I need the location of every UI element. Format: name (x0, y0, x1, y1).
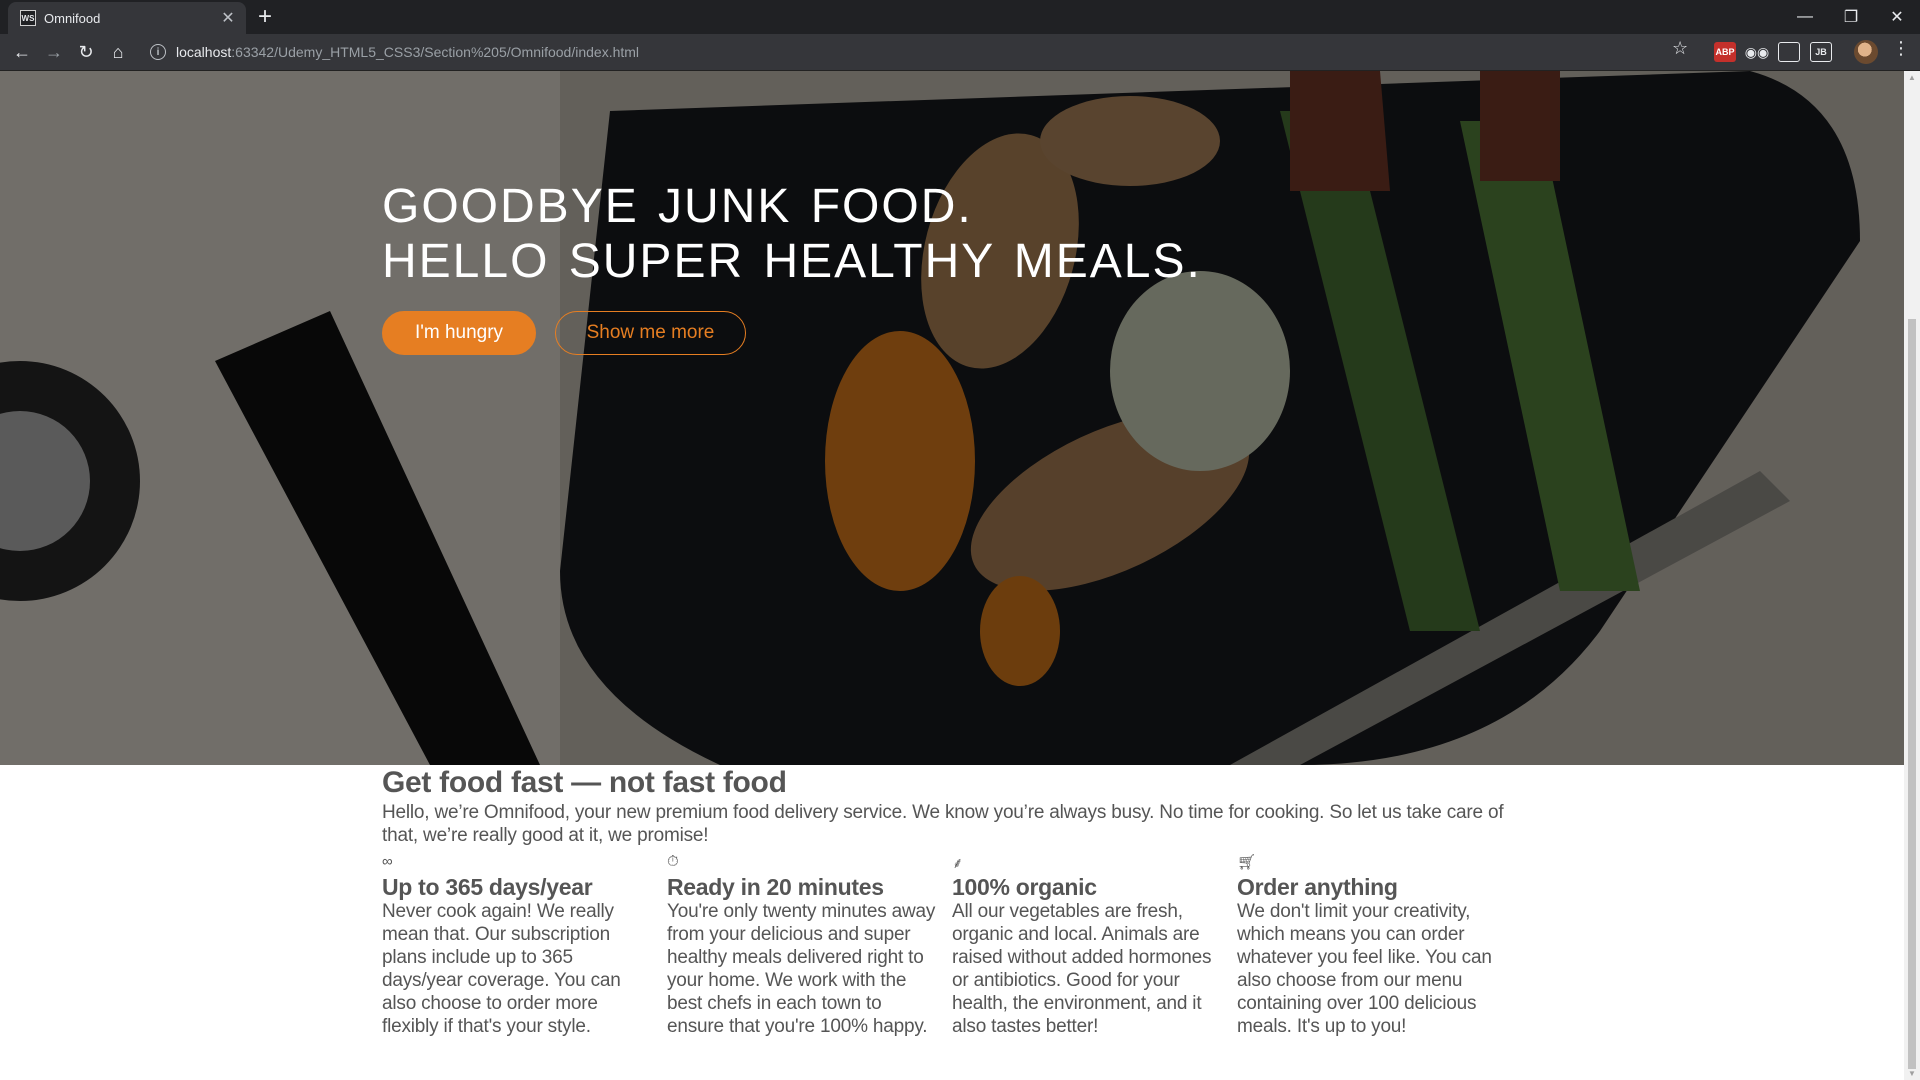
feature-title: Ready in 20 minutes (667, 874, 884, 900)
new-tab-icon[interactable]: + (258, 3, 272, 31)
feature-item: ⸙ 100% organic All our vegetables are fr… (952, 853, 1237, 1038)
infinity-icon: ∞ (382, 853, 393, 870)
im-hungry-button[interactable]: I'm hungry (382, 311, 536, 355)
home-icon[interactable]: ⌂ (104, 38, 132, 66)
jetbrains-extension-icon[interactable]: JB (1810, 42, 1832, 62)
leaf-icon: ⸙ (952, 855, 964, 872)
back-icon[interactable]: ← (8, 38, 36, 66)
hero-buttons: I'm hungry Show me more (382, 311, 1202, 355)
features-intro: Hello, we’re Omnifood, your new premium … (382, 802, 1504, 846)
show-me-more-button[interactable]: Show me more (555, 311, 746, 355)
hero-text-box: Goodbye junk food. Hello super healthy m… (382, 179, 1202, 355)
cart-icon: 🛒︎ (1237, 854, 1257, 871)
browser-menu-icon[interactable]: ⋮ (1892, 38, 1910, 59)
url-text[interactable]: localhost:63342/Udemy_HTML5_CSS3/Section… (176, 44, 639, 60)
hero-section: Goodbye junk food. Hello super healthy m… (0, 71, 1904, 765)
hero-heading: Goodbye junk food. Hello super healthy m… (382, 179, 1202, 289)
features-grid: ∞ Up to 365 days/year Never cook again! … (382, 853, 1522, 1038)
scroll-up-arrow-icon[interactable]: ▲ (1908, 73, 1916, 82)
address-bar[interactable]: i localhost:63342/Udemy_HTML5_CSS3/Secti… (140, 37, 1700, 67)
close-window-icon[interactable]: ✕ (1874, 0, 1920, 34)
bookmark-star-icon[interactable]: ☆ (1672, 38, 1688, 59)
feature-text: We don't limit your creativity, which me… (1237, 901, 1492, 1037)
scrollbar-thumb[interactable] (1908, 319, 1916, 1069)
feature-text: Never cook again! We really mean that. O… (382, 901, 621, 1037)
stopwatch-icon: ⏱ (667, 853, 679, 870)
browser-tab-bar: WS Omnifood ✕ + — ❐ ✕ (0, 0, 1920, 34)
forward-icon[interactable]: → (40, 38, 68, 66)
info-icon[interactable]: i (150, 44, 166, 60)
profile-avatar[interactable] (1854, 40, 1878, 64)
tab-close-icon[interactable]: ✕ (220, 8, 236, 28)
restore-icon[interactable]: ❐ (1828, 0, 1874, 34)
feature-title: Order anything (1237, 874, 1398, 900)
browser-tab[interactable]: WS Omnifood ✕ (8, 2, 246, 34)
feature-item: ⏱ Ready in 20 minutes You're only twenty… (667, 853, 952, 1038)
feature-title: Up to 365 days/year (382, 874, 593, 900)
page-scrollbar[interactable]: ▲ ▼ (1904, 71, 1920, 1080)
hero-heading-line-1: Goodbye junk food. (382, 180, 973, 233)
tab-title: Omnifood (44, 10, 101, 26)
feature-text: You're only twenty minutes away from you… (667, 901, 936, 1037)
hero-heading-line-2: Hello super healthy meals. (382, 235, 1202, 288)
features-title: Get food fast — not fast food (382, 766, 787, 799)
feature-item: ∞ Up to 365 days/year Never cook again! … (382, 853, 667, 1038)
feature-title: 100% organic (952, 874, 1097, 900)
webstorm-favicon-icon: WS (20, 10, 36, 26)
minimize-icon[interactable]: — (1782, 0, 1828, 34)
feature-item: 🛒︎ Order anything We don't limit your cr… (1237, 853, 1522, 1038)
incognito-extension-icon[interactable]: ◉◉ (1745, 42, 1769, 62)
hero-dark-overlay (0, 71, 1904, 765)
reload-icon[interactable]: ↻ (72, 38, 100, 66)
scroll-down-arrow-icon[interactable]: ▼ (1908, 1069, 1916, 1078)
features-section: Get food fast — not fast food Hello, we’… (382, 765, 1522, 1038)
browser-toolbar: ← → ↻ ⌂ i localhost:63342/Udemy_HTML5_CS… (0, 34, 1920, 71)
cast-extension-icon[interactable] (1778, 42, 1800, 62)
feature-text: All our vegetables are fresh, organic an… (952, 901, 1212, 1037)
page-viewport: Goodbye junk food. Hello super healthy m… (0, 71, 1904, 1080)
window-controls: — ❐ ✕ (1782, 0, 1920, 34)
adblock-extension-icon[interactable]: ABP (1714, 42, 1736, 62)
